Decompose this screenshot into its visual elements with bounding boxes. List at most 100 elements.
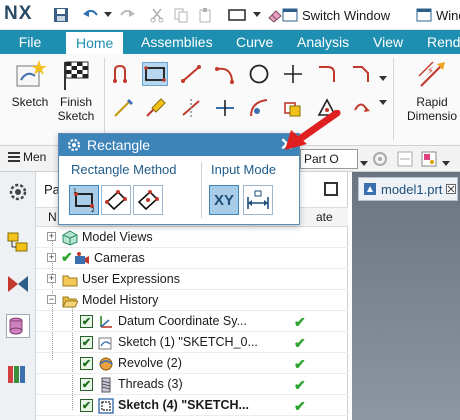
tab-close-icon[interactable] [446,184,457,194]
svg-text:⚡: ⚡ [427,66,434,77]
paste-icon[interactable] [196,6,214,24]
rapid-dimension-button[interactable]: ⚡ Rapid Dimensio [404,58,460,123]
row-label: User Expressions [82,272,180,286]
tab-curve[interactable]: Curve [236,30,273,54]
select-dropdown-icon[interactable] [360,155,368,170]
tree-row[interactable]: ✔ Sketch (1) "SKETCH_0... ✔ [36,332,348,353]
sketch-icon [16,60,47,87]
sketch-label: Sketch [11,95,49,109]
from-center-button[interactable] [133,185,163,215]
studio-spline-icon[interactable] [110,96,136,120]
thread-icon [101,377,111,393]
window-menu-button[interactable]: Wind [416,5,460,25]
tree-row[interactable]: + User Expressions [36,269,348,290]
graphics-window[interactable]: model1.prt [352,172,460,420]
row-checkbox[interactable]: ✔ [80,357,93,370]
finish-sketch-button[interactable]: Finish Sketch [52,58,100,123]
row-label: Datum Coordinate Sy... [118,314,247,328]
visible-check-icon: ✔ [61,249,73,265]
assembly-navigator-icon[interactable] [6,230,30,254]
tab-analysis[interactable]: Analysis [297,30,349,54]
window-icon [416,8,432,22]
chamfer-tool-icon[interactable] [348,62,374,86]
tab-file[interactable]: File [0,30,60,54]
finish-flag-icon [64,61,89,90]
cut-icon[interactable] [148,6,166,24]
redo-icon[interactable] [118,6,136,24]
ribbon-more-dropdown[interactable] [376,76,390,105]
tree-row[interactable]: ✔ Revolve (2) ✔ [36,353,348,374]
undo-icon[interactable] [82,6,100,24]
circle-tool-icon[interactable] [246,62,272,86]
expand-toggle[interactable]: + [47,232,56,241]
rectangle-method-label: Rectangle Method [71,162,177,177]
make-corner-icon[interactable] [246,96,272,120]
svg-text:2: 2 [91,207,95,212]
tree-row[interactable]: − Model History [36,290,348,311]
collapse-toggle[interactable]: − [47,295,56,304]
rectangle-tool-icon[interactable] [142,62,168,86]
line-tool-icon[interactable] [178,62,204,86]
tree-row[interactable]: ✔ Sketch (4) "SKETCH... ✔ [36,395,348,416]
snap-settings-icon[interactable] [370,150,390,171]
mirror-curve-icon[interactable] [348,96,374,120]
sketch-feature-icon [98,337,112,350]
maximize-panel-icon[interactable] [324,182,338,196]
xy-mode-label: XY [213,191,234,209]
row-checkbox[interactable]: ✔ [80,399,93,412]
by-3-points-button[interactable] [101,185,131,215]
point-tool-icon[interactable] [280,62,306,86]
arc-tool-icon[interactable] [212,62,238,86]
copy-icon[interactable] [172,6,190,24]
sketch-button[interactable]: Sketch [6,58,54,109]
selection-color-icon[interactable] [420,150,440,171]
parameter-mode-button[interactable] [243,185,273,215]
constraint-navigator-icon[interactable] [6,272,30,296]
nx-logo: NX [4,3,33,24]
tab-home[interactable]: Home [66,30,124,54]
tab-render[interactable]: Rend [427,30,460,54]
tree-row[interactable]: + ✔ Cameras [36,248,348,269]
dialog-title-bar[interactable]: Rectangle ✕ [59,134,299,156]
tab-view[interactable]: View [373,30,403,54]
tree-row[interactable]: + Model Views [36,227,348,248]
row-checkbox[interactable]: ✔ [80,315,93,328]
column-state-header[interactable]: ate [316,210,333,224]
revolve-icon [99,357,113,371]
fillet-tool-icon[interactable] [314,62,340,86]
reuse-library-icon[interactable] [6,362,30,386]
switch-window-button[interactable]: Switch Window [282,5,390,25]
column-name-header[interactable]: N [48,210,57,224]
finish-sketch-label-1: Finish [59,95,92,109]
switch-window-icon [282,8,298,22]
dialog-gear-icon[interactable] [67,138,81,152]
by-2-points-button[interactable]: 12 [69,185,99,215]
menu-button[interactable]: Men [8,150,46,164]
expand-toggle[interactable]: + [47,274,56,283]
undo-dropdown-icon[interactable] [99,6,117,24]
extend-tool-icon[interactable] [212,96,238,120]
tab-assemblies[interactable]: Assemblies [141,30,213,54]
profile-tool-icon[interactable] [110,62,136,86]
pen-tool-icon[interactable] [142,96,168,120]
coordinate-mode-button[interactable]: XY [209,185,239,215]
selection-scope-select[interactable]: Part O [300,149,358,169]
row-checkbox[interactable]: ✔ [80,336,93,349]
part-navigator-icon[interactable] [6,314,30,338]
resource-settings-icon[interactable] [6,180,30,204]
model-file-tab[interactable]: model1.prt [358,177,458,201]
save-icon[interactable] [52,6,70,24]
trim-tool-icon[interactable] [178,96,204,120]
rectangle-quick-icon[interactable] [228,6,246,24]
row-label: Revolve (2) [118,356,182,370]
input-mode-label: Input Mode [211,162,277,177]
tree-row[interactable]: ✔ Threads (3) ✔ [36,374,348,395]
quick-dropdown-icon[interactable] [248,6,266,24]
expand-toggle[interactable]: + [47,253,56,262]
ribbon-tab-bar: File Home Assemblies Curve Analysis View… [0,30,460,54]
row-checkbox[interactable]: ✔ [80,378,93,391]
selection-color-dropdown[interactable] [442,155,450,170]
datum-csys-icon [100,316,112,328]
tree-row[interactable]: ✔ Datum Coordinate Sy... ✔ [36,311,348,332]
filter-icon[interactable] [396,150,416,171]
